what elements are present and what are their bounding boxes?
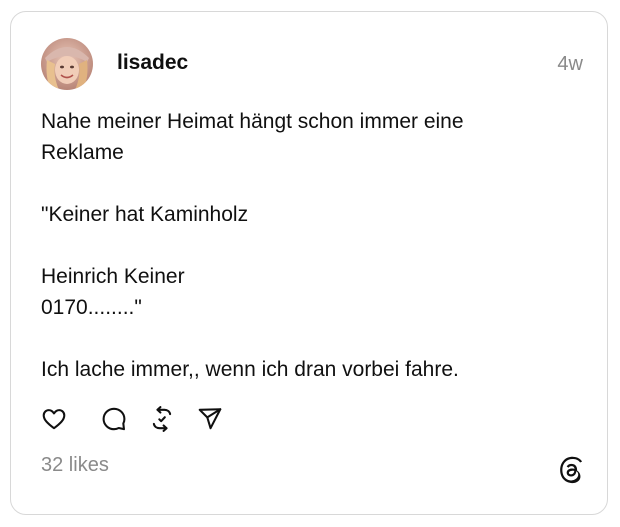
send-paper-plane-icon [198, 408, 222, 430]
post-text-line [41, 230, 581, 261]
avatar-photo [41, 38, 93, 90]
post-text-line [41, 168, 581, 199]
post-text-line: Reklame [41, 141, 124, 164]
username[interactable]: lisadec [117, 50, 188, 76]
share-button[interactable] [196, 405, 224, 433]
comment-button[interactable] [100, 405, 128, 433]
likes-count[interactable]: 32 likes [41, 452, 109, 478]
post-text-line: Nahe meiner Heimat hängt schon immer ein… [41, 110, 464, 133]
threads-logo-glyph [560, 456, 583, 484]
repost-arrows-icon [152, 406, 172, 432]
avatar[interactable] [41, 38, 93, 90]
post-timestamp: 4w [557, 53, 583, 75]
speech-bubble-icon [102, 407, 126, 431]
threads-logo-icon[interactable] [557, 456, 585, 484]
post-card: lisadec 4w Nahe meiner Heimat hängt scho… [10, 11, 608, 515]
post-text-line: 0170........" [41, 296, 142, 319]
post-text-line: Ich lache immer,, wenn ich dran vorbei f… [41, 358, 459, 381]
repost-button[interactable] [148, 405, 176, 433]
post-text-line: Heinrich Keiner [41, 265, 185, 288]
post-text-line [41, 323, 581, 354]
post-text: Nahe meiner Heimat hängt schon immer ein… [41, 106, 581, 385]
post-text-line: "Keiner hat Kaminholz [41, 203, 249, 226]
like-button[interactable] [40, 405, 68, 433]
heart-icon [42, 409, 66, 430]
